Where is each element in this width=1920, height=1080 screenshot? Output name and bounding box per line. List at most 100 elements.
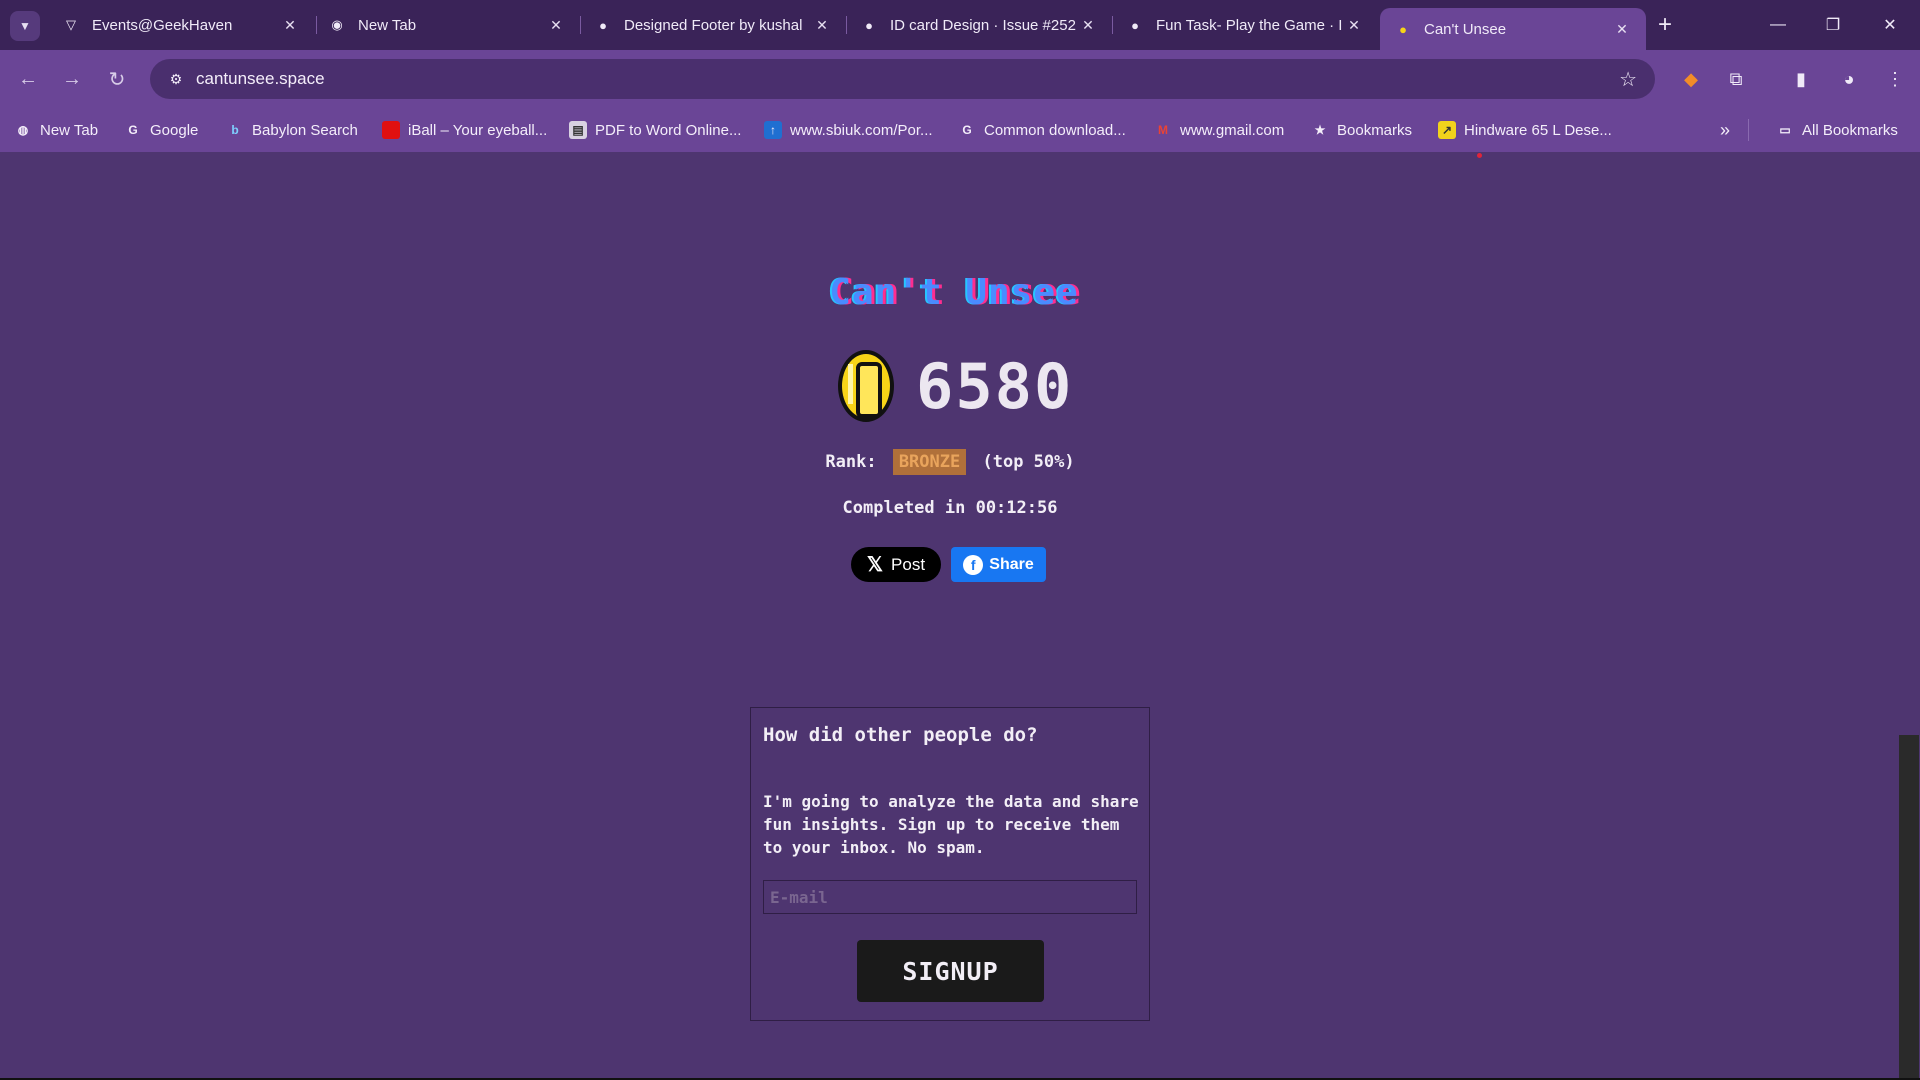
rank-percentile: (top 50%): [982, 452, 1075, 472]
minimize-button[interactable]: —: [1758, 10, 1798, 40]
x-logo-icon: 𝕏: [866, 554, 884, 576]
reload-icon: ↻: [108, 68, 126, 91]
github-icon: ●: [865, 17, 873, 33]
tab-cant-unsee[interactable]: ● Can't Unsee ✕: [1380, 8, 1646, 50]
bookmark-label: iBall – Your eyeball...: [408, 121, 548, 139]
menu-kebab-icon[interactable]: ⋮: [1880, 64, 1910, 94]
address-bar[interactable]: ⚙ cantunsee.space ☆: [150, 59, 1655, 99]
chrome-icon: ◉: [331, 17, 343, 32]
tab-events-geekhaven[interactable]: ▽ Events@GeekHaven ✕: [48, 8, 314, 42]
rank-line: Rank: BRONZE (top 50%): [700, 449, 1200, 475]
bookmark-label: Hindware 65 L Dese...: [1464, 121, 1612, 139]
score-value: 6580: [916, 349, 1074, 423]
signup-description: I'm going to analyze the data and share …: [763, 792, 1139, 857]
tab-new-tab[interactable]: ◉ New Tab ✕: [314, 8, 580, 42]
bookmark-label: Google: [150, 121, 199, 139]
close-icon[interactable]: ✕: [546, 17, 566, 34]
scrollbar-thumb[interactable]: [1899, 735, 1919, 1080]
bookmark-label: Bookmarks: [1337, 121, 1413, 139]
bookmark-label: All Bookmarks: [1802, 121, 1898, 139]
arrow-right-icon: →: [62, 67, 82, 90]
close-icon[interactable]: ✕: [1344, 17, 1364, 34]
reload-button[interactable]: ↻: [101, 63, 133, 95]
forward-button[interactable]: →: [56, 63, 88, 95]
tab-title: New Tab: [358, 16, 417, 34]
star-icon[interactable]: ☆: [1619, 67, 1637, 92]
plus-icon: +: [1657, 11, 1672, 38]
bookmark-sbiuk[interactable]: ↑ www.sbiuk.com/Por...: [764, 119, 933, 141]
bookmark-label: www.sbiuk.com/Por...: [790, 121, 933, 139]
restore-icon: ❐: [1825, 17, 1841, 34]
extensions-icon[interactable]: ⧉: [1721, 64, 1751, 94]
post-on-x-button[interactable]: 𝕏 Post: [851, 547, 941, 582]
game-title: Can't Unsee: [829, 272, 1079, 313]
bookmark-gmail[interactable]: Mwww.gmail.com: [1154, 119, 1284, 141]
google-icon: G: [128, 123, 138, 137]
arrow-left-icon: ←: [18, 67, 38, 90]
bookmark-new-tab[interactable]: ◍ New Tab: [14, 119, 98, 141]
double-chevron-right-icon: »: [1720, 119, 1731, 140]
close-window-button[interactable]: ✕: [1870, 10, 1910, 40]
coin-icon: [838, 350, 894, 422]
close-icon: ✕: [1883, 17, 1897, 34]
url-text: cantunsee.space: [196, 69, 325, 88]
site-info-icon[interactable]: ⚙: [156, 71, 196, 88]
share-label: Share: [989, 555, 1034, 573]
post-label: Post: [891, 554, 926, 574]
bookmark-google[interactable]: G Google: [124, 119, 198, 141]
coin-icon: ●: [1399, 21, 1407, 37]
share-on-facebook-button[interactable]: f Share: [951, 547, 1046, 582]
back-button[interactable]: ←: [12, 63, 44, 95]
restore-button[interactable]: ❐: [1813, 10, 1853, 40]
tab-id-card-design[interactable]: ● ID card Design · Issue #252 ✕: [846, 8, 1112, 42]
close-icon[interactable]: ✕: [280, 17, 300, 34]
bookmark-common-download[interactable]: G Common download...: [958, 119, 1126, 141]
new-tab-button[interactable]: +: [1650, 10, 1680, 40]
tab-designed-footer[interactable]: ● Designed Footer by kushal ✕: [580, 8, 846, 42]
bookmark-bookmarks[interactable]: ★ Bookmarks: [1311, 119, 1412, 141]
bookmarks-overflow-button[interactable]: »: [1720, 119, 1730, 141]
iball-icon: [382, 121, 400, 139]
bookmark-label: Common download...: [984, 121, 1126, 139]
facebook-icon: f: [963, 554, 984, 575]
folder-icon: ▭: [1779, 123, 1791, 137]
tab-search-button[interactable]: ▼: [10, 11, 40, 41]
github-icon: ●: [599, 17, 607, 33]
signup-heading: How did other people do?: [763, 724, 1038, 746]
gmail-icon: M: [1158, 123, 1168, 137]
rank-label: Rank:: [825, 452, 877, 472]
bookmark-hindware[interactable]: ↗ Hindware 65 L Dese...: [1438, 119, 1612, 141]
toolbar: ← → ↻ ⚙ cantunsee.space ☆ ◆ ⧉ ▮ ◕ ⋮: [0, 50, 1920, 108]
metamask-extension-icon[interactable]: ◆: [1676, 64, 1706, 94]
bookmark-label: Babylon Search: [252, 121, 358, 139]
close-icon[interactable]: ✕: [812, 17, 832, 34]
bookmark-label: www.gmail.com: [1180, 121, 1285, 139]
bookmark-label: New Tab: [40, 121, 99, 139]
tab-title: Designed Footer by kushal: [624, 16, 803, 34]
bookmark-label: PDF to Word Online...: [595, 121, 742, 139]
tab-strip: ▼ ▽ Events@GeekHaven ✕ ◉ New Tab ✕ ● Des…: [0, 0, 1920, 50]
chevron-down-icon: ▼: [19, 19, 31, 33]
bookmark-pdf-to-word[interactable]: ▤ PDF to Word Online...: [569, 119, 741, 141]
signup-button[interactable]: SIGNUP: [857, 940, 1044, 1002]
tab-title: Events@GeekHaven: [92, 16, 233, 34]
tab-title: ID card Design · Issue #252: [890, 16, 1076, 34]
all-bookmarks-button[interactable]: ▭ All Bookmarks: [1776, 119, 1898, 141]
red-dot: [1477, 153, 1482, 158]
tab-fun-task[interactable]: ● Fun Task- Play the Game · I ✕: [1112, 8, 1378, 42]
close-icon[interactable]: ✕: [1078, 17, 1098, 34]
hindware-icon: ↗: [1438, 121, 1456, 139]
email-field[interactable]: [763, 880, 1137, 914]
github-icon: ●: [1131, 17, 1139, 33]
score-row: 6580: [838, 348, 1073, 424]
profile-avatar[interactable]: ◕: [1834, 64, 1864, 94]
star-icon: ★: [1314, 123, 1326, 137]
pdf-icon: ▤: [569, 121, 587, 139]
minimize-icon: —: [1770, 16, 1786, 33]
close-icon[interactable]: ✕: [1612, 21, 1632, 38]
tab-title: Can't Unsee: [1424, 20, 1507, 38]
bookmark-babylon[interactable]: b Babylon Search: [226, 119, 358, 141]
bookmark-iball[interactable]: iBall – Your eyeball...: [382, 119, 547, 141]
side-panel-icon[interactable]: ▮: [1786, 64, 1816, 94]
signup-panel: How did other people do? I'm going to an…: [750, 707, 1150, 1021]
